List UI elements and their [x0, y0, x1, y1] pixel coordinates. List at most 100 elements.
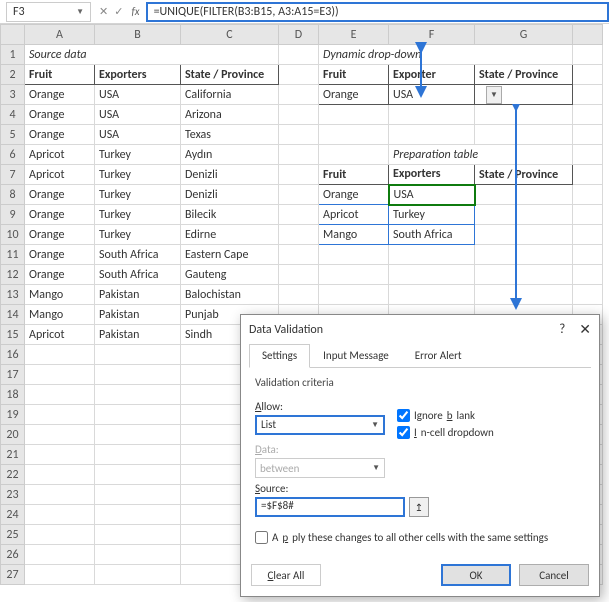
prep-cell[interactable]: Turkey — [389, 205, 475, 225]
prep-cell[interactable] — [475, 205, 573, 225]
cell[interactable]: Orange — [25, 85, 95, 105]
cell[interactable]: Apricot — [25, 145, 95, 165]
row-header[interactable]: 8 — [1, 185, 25, 205]
row-header[interactable]: 13 — [1, 285, 25, 305]
prep-cell[interactable]: South Africa — [389, 225, 475, 245]
dialog-titlebar[interactable]: Data Validation ? ✕ — [241, 315, 599, 344]
row-header[interactable]: 7 — [1, 165, 25, 185]
row-header[interactable]: 4 — [1, 105, 25, 125]
row-header[interactable]: 26 — [1, 545, 25, 565]
row-header[interactable]: 25 — [1, 525, 25, 545]
cell[interactable]: USA — [95, 105, 181, 125]
prep-cell[interactable]: Mango — [319, 225, 389, 245]
cancel-button[interactable]: Cancel — [519, 564, 589, 586]
cell[interactable]: South Africa — [95, 245, 181, 265]
row-header[interactable]: 2 — [1, 65, 25, 85]
cell[interactable]: Orange — [25, 125, 95, 145]
row-header[interactable]: 14 — [1, 305, 25, 325]
row-header[interactable]: 22 — [1, 465, 25, 485]
row-header[interactable]: 20 — [1, 425, 25, 445]
cell[interactable]: Balochistan — [181, 285, 279, 305]
row-header[interactable]: 24 — [1, 505, 25, 525]
cell[interactable]: Apricot — [25, 325, 95, 345]
cell[interactable]: Edirne — [181, 225, 279, 245]
cell[interactable]: Orange — [25, 245, 95, 265]
tab-input-message[interactable]: Input Message — [310, 344, 402, 367]
cell[interactable]: Turkey — [95, 145, 181, 165]
row-header[interactable]: 19 — [1, 405, 25, 425]
cell[interactable]: Orange — [25, 225, 95, 245]
cell[interactable]: Turkey — [95, 225, 181, 245]
cell[interactable]: Pakistan — [95, 305, 181, 325]
col-header[interactable]: D — [279, 25, 319, 45]
cell[interactable]: USA — [95, 85, 181, 105]
row-header[interactable]: 27 — [1, 565, 25, 585]
allow-select[interactable]: List ▼ — [255, 415, 385, 435]
col-header[interactable]: E — [319, 25, 389, 45]
row-header[interactable]: 5 — [1, 125, 25, 145]
formula-input[interactable]: =UNIQUE(FILTER(B3:B15, A3:A15=E3)) — [146, 2, 609, 22]
row-header[interactable]: 11 — [1, 245, 25, 265]
ok-button[interactable]: OK — [441, 564, 511, 586]
col-header[interactable]: B — [95, 25, 181, 45]
cell[interactable]: USA — [95, 125, 181, 145]
col-header[interactable]: A — [25, 25, 95, 45]
ignore-blank-checkbox[interactable]: Ignore blank — [397, 409, 494, 422]
row-header[interactable]: 3 — [1, 85, 25, 105]
name-box[interactable]: F3 ▼ — [6, 2, 91, 22]
cell[interactable]: Eastern Cape — [181, 245, 279, 265]
cell[interactable]: South Africa — [95, 265, 181, 285]
dropdown-arrow-icon[interactable]: ▼ — [486, 86, 502, 104]
range-picker-icon[interactable]: ↥ — [409, 497, 429, 517]
cell[interactable]: Mango — [25, 305, 95, 325]
cell[interactable]: Mango — [25, 285, 95, 305]
tab-settings[interactable]: Settings — [249, 344, 310, 368]
row-header[interactable]: 23 — [1, 485, 25, 505]
cancel-formula-icon[interactable]: ✕ — [99, 5, 108, 18]
row-header[interactable]: 16 — [1, 345, 25, 365]
row-header[interactable]: 10 — [1, 225, 25, 245]
cell[interactable]: Orange — [25, 185, 95, 205]
cell[interactable]: Arizona — [181, 105, 279, 125]
prep-cell[interactable]: Apricot — [319, 205, 389, 225]
cell[interactable]: Turkey — [95, 205, 181, 225]
col-header[interactable] — [573, 25, 603, 45]
row-header[interactable]: 15 — [1, 325, 25, 345]
help-icon[interactable]: ? — [559, 322, 565, 337]
cell[interactable]: Bilecik — [181, 205, 279, 225]
prep-cell-f8[interactable]: USA — [389, 185, 475, 205]
row-header[interactable]: 1 — [1, 45, 25, 65]
apply-changes-checkbox[interactable]: Apply these changes to all other cells w… — [255, 531, 585, 544]
tab-error-alert[interactable]: Error Alert — [402, 344, 475, 367]
cell[interactable]: Texas — [181, 125, 279, 145]
col-header[interactable]: F — [389, 25, 475, 45]
cell[interactable]: Aydın — [181, 145, 279, 165]
cell[interactable]: Gauteng — [181, 265, 279, 285]
cell[interactable]: Pakistan — [95, 285, 181, 305]
close-icon[interactable]: ✕ — [579, 321, 591, 338]
row-header[interactable]: 21 — [1, 445, 25, 465]
prep-cell[interactable] — [475, 225, 573, 245]
cell[interactable]: Orange — [25, 205, 95, 225]
cell[interactable]: Pakistan — [95, 325, 181, 345]
accept-formula-icon[interactable]: ✓ — [114, 5, 123, 18]
prep-cell[interactable]: Orange — [319, 185, 389, 205]
row-header[interactable]: 6 — [1, 145, 25, 165]
source-input[interactable]: =$F$8# — [255, 497, 405, 517]
col-header[interactable]: G — [475, 25, 573, 45]
cell[interactable]: Turkey — [95, 165, 181, 185]
cell[interactable]: Denizli — [181, 185, 279, 205]
cell[interactable]: Orange — [25, 265, 95, 285]
dyn-fruit-cell[interactable]: Orange — [319, 85, 389, 105]
col-header[interactable]: C — [181, 25, 279, 45]
fx-icon[interactable]: fx — [131, 5, 139, 18]
select-all[interactable] — [1, 25, 25, 45]
cell[interactable]: Apricot — [25, 165, 95, 185]
cell[interactable]: Orange — [25, 105, 95, 125]
cell[interactable]: California — [181, 85, 279, 105]
cell[interactable]: Denizli — [181, 165, 279, 185]
row-header[interactable]: 18 — [1, 385, 25, 405]
cell[interactable]: Turkey — [95, 185, 181, 205]
row-header[interactable]: 12 — [1, 265, 25, 285]
row-header[interactable]: 17 — [1, 365, 25, 385]
